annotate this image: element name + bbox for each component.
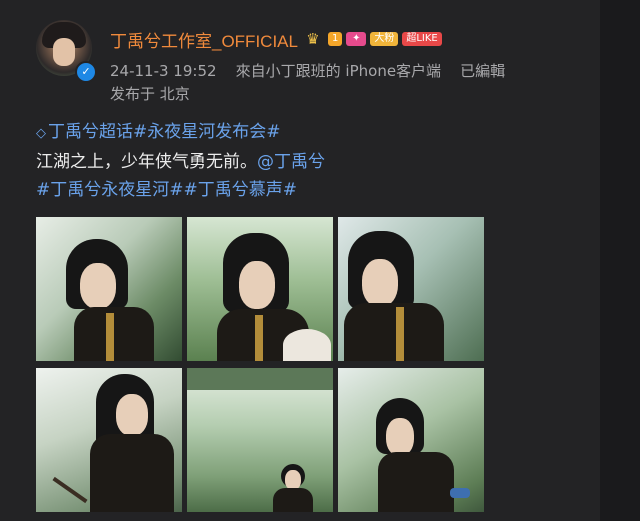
photo-1[interactable] (36, 217, 182, 361)
edited-label[interactable]: 已編輯 (460, 62, 505, 80)
photo-5[interactable] (187, 368, 333, 512)
post-datetime[interactable]: 24-11-3 19:52 (110, 62, 217, 80)
verified-icon: ✓ (75, 61, 97, 83)
supertopic-link[interactable]: ◇ 丁禹兮超话#永夜星河发布会# (36, 117, 281, 142)
author-name[interactable]: 丁禹兮工作室_OFFICIAL (110, 27, 298, 52)
weibo-post-card: ✓ 丁禹兮工作室_OFFICIAL ♛ 1 ✦ 大粉 超LIKE 24-11-3… (0, 0, 600, 521)
post-source: 來自小丁跟班的 iPhone客户端 (235, 62, 442, 80)
crown-icon: ♛ (306, 30, 320, 48)
level-badge[interactable]: 1 (327, 32, 343, 46)
mention-link[interactable]: @丁禹兮 (257, 152, 325, 172)
post-meta: 24-11-3 19:52 來自小丁跟班的 iPhone客户端 已編輯 (110, 60, 505, 81)
post-text: 江湖之上，少年侠气勇无前。@丁禹兮 (36, 147, 325, 172)
photo-2[interactable] (187, 217, 333, 361)
like-badge[interactable]: 超LIKE (402, 32, 442, 46)
author-name-row: 丁禹兮工作室_OFFICIAL ♛ 1 ✦ 大粉 超LIKE (110, 27, 442, 52)
photo-3[interactable] (338, 217, 484, 361)
photo-4[interactable] (36, 368, 182, 512)
photo-6[interactable] (338, 368, 484, 512)
post-body: 江湖之上，少年侠气勇无前。 (36, 152, 257, 172)
fan-badge[interactable]: 大粉 (370, 32, 399, 46)
page-background-edge (600, 0, 640, 521)
tag-icon[interactable]: ✦ (346, 32, 367, 46)
diamond-icon: ◇ (36, 126, 46, 141)
avatar-face (53, 38, 75, 66)
hashtag-links[interactable]: #丁禹兮永夜星河##丁禹兮慕声# (36, 175, 297, 200)
post-location: 发布于 北京 (110, 85, 190, 103)
supertopic-text[interactable]: 丁禹兮超话#永夜星河发布会# (48, 122, 281, 142)
